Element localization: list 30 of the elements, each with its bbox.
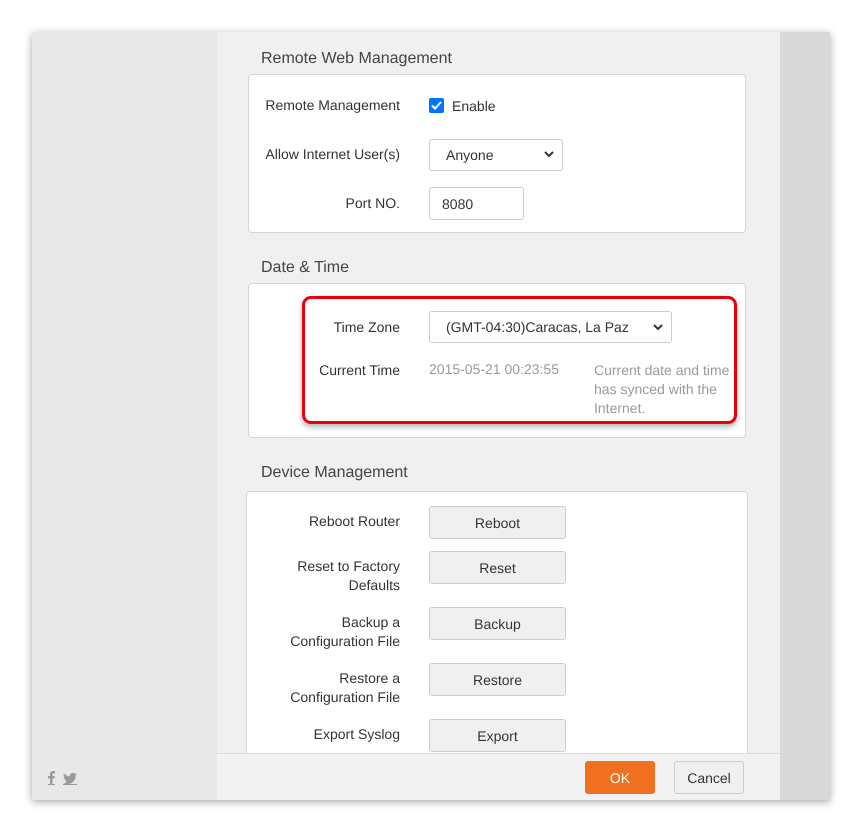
chevron-down-icon [652, 324, 663, 330]
field-label: Allow Internet User(s) [265, 145, 400, 164]
bird-icon[interactable] [63, 772, 77, 785]
action-button[interactable]: Reboot [429, 506, 566, 539]
action-button[interactable]: Export [429, 719, 566, 752]
action-button[interactable]: Restore [429, 663, 566, 696]
field-label: Backup a Configuration File [289, 613, 400, 651]
field-label: Reboot Router [308, 512, 400, 531]
field-label: Port NO. [344, 194, 400, 213]
field-label: Current Time [318, 361, 400, 380]
action-button[interactable]: Backup [429, 607, 566, 640]
field-label: Reset to Factory Defaults [296, 557, 400, 595]
field-label: Restore a Configuration File [289, 669, 400, 707]
field-label: Time Zone [332, 318, 400, 337]
dropdown[interactable]: (GMT-04:30)Caracas, La Paz [429, 311, 672, 343]
input-field[interactable]: 8080 [429, 187, 524, 220]
field-label: Remote Management [265, 96, 400, 115]
section-heading: Date & Time [260, 258, 350, 278]
field-label: Export Syslog [312, 725, 400, 744]
time-value: 2015-05-21 00:23:55 [429, 361, 560, 377]
facebook-icon[interactable] [48, 771, 55, 785]
sync-note: Current date and time has synced with the Internet. [594, 361, 730, 418]
cancel-button[interactable]: Cancel [674, 761, 744, 794]
chevron-down-icon [544, 151, 554, 158]
action-button[interactable]: Reset [429, 551, 566, 584]
dropdown[interactable]: Anyone [429, 138, 563, 170]
checkbox-label[interactable]: Enable [452, 98, 496, 114]
section-heading: Remote Web Management [260, 49, 453, 69]
section-heading: Device Management [260, 463, 409, 483]
checkbox[interactable] [429, 98, 444, 113]
